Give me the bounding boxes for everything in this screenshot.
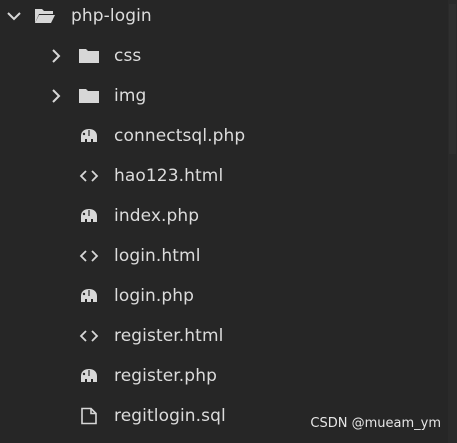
tree-item-img[interactable]: img [0,76,440,116]
chevron-right-icon[interactable] [46,46,66,66]
chevron-down-icon[interactable] [4,6,24,26]
code-brackets-icon [78,166,100,186]
file-icon [78,406,100,426]
tree-item-login-php[interactable]: login.php [0,276,440,316]
tree-item-label: css [114,46,142,66]
tree-item-connectsql-php[interactable]: connectsql.php [0,116,440,156]
vertical-scrollbar[interactable] [448,0,457,443]
tree-item-label: regitlogin.sql [114,406,226,426]
tree-item-label: hao123.html [114,166,224,186]
folder-icon [78,46,100,66]
tree-root-php-login[interactable]: php-login [0,0,440,36]
tree-item-label: register.php [114,366,217,386]
tree-item-index-php[interactable]: index.php [0,196,440,236]
tree-item-label: register.html [114,326,224,346]
tree-item-label: index.php [114,206,200,226]
tree-item-register-php[interactable]: register.php [0,356,440,396]
tree-item-label: login.html [114,246,201,266]
php-elephant-icon [78,366,100,386]
tree-item-css[interactable]: css [0,36,440,76]
code-brackets-icon [78,246,100,266]
tree-item-hao123-html[interactable]: hao123.html [0,156,440,196]
tree-root-label: php-login [71,6,152,26]
file-explorer: php-login css img connectsql.php hao123.… [0,0,448,443]
tree-item-label: login.php [114,286,195,306]
tree-item-register-html[interactable]: register.html [0,316,440,356]
folder-open-icon [34,6,56,26]
php-elephant-icon [78,286,100,306]
php-elephant-icon [78,206,100,226]
code-brackets-icon [78,326,100,346]
tree-item-label: img [114,86,147,106]
chevron-right-icon[interactable] [46,86,66,106]
php-elephant-icon [78,126,100,146]
tree-item-login-html[interactable]: login.html [0,236,440,276]
tree-item-label: connectsql.php [114,126,246,146]
folder-icon [78,86,100,106]
scrollbar-thumb[interactable] [449,4,456,154]
watermark-text: CSDN @mueam_ym [310,416,441,431]
